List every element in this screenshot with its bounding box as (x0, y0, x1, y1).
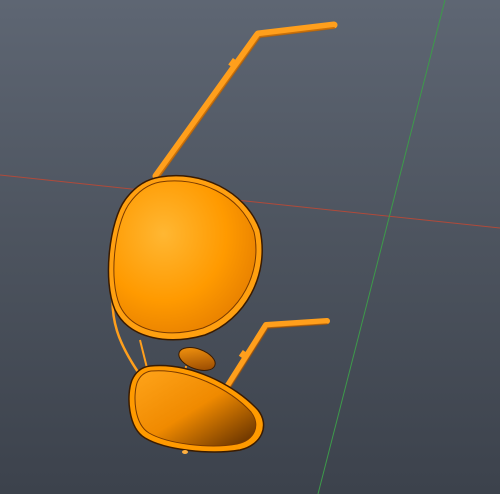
upper-temple-arm[interactable] (152, 21, 338, 180)
3d-viewport[interactable] (0, 0, 500, 494)
bottom-pad-stub (182, 450, 188, 454)
grid-axis-z-line (317, 0, 446, 494)
lower-lens (134, 370, 257, 447)
aviator-sunglasses-model[interactable] (107, 21, 338, 454)
scene-canvas[interactable] (0, 0, 500, 494)
